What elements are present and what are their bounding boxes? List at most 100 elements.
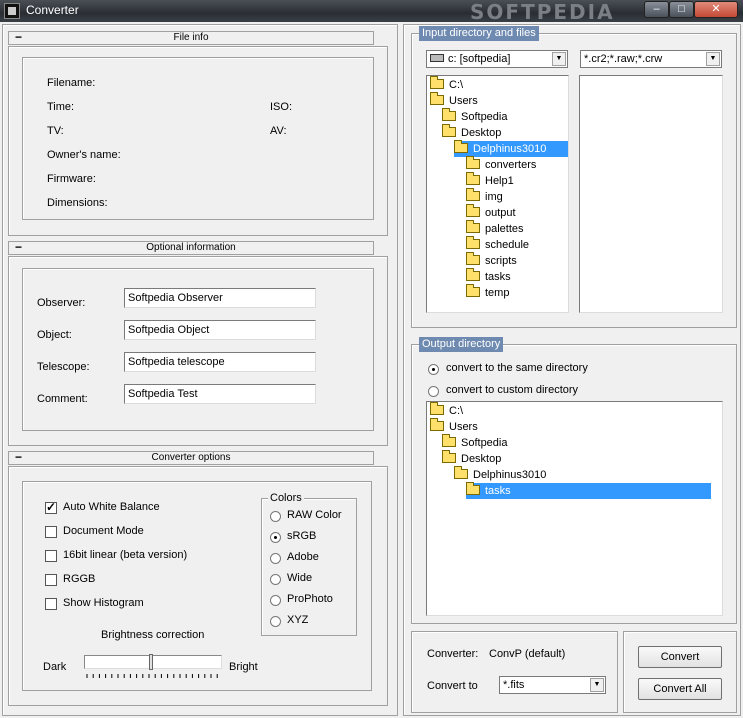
tree-item-label: Users xyxy=(449,421,478,433)
drive-select[interactable]: c: [softpedia] ▼ xyxy=(426,50,568,68)
tree-item[interactable]: Users xyxy=(427,92,568,109)
folder-icon xyxy=(442,434,456,447)
tree-item[interactable]: C:\ xyxy=(427,402,722,419)
output-directory-tree[interactable]: C:\ Users Softpedia Desktop Delphinus3010 tas… xyxy=(426,401,723,616)
tv-label: TV: xyxy=(47,125,64,137)
observer-field[interactable]: Softpedia Observer xyxy=(124,288,316,308)
convert-to-label: Convert to xyxy=(427,680,478,692)
brightness-slider-thumb[interactable] xyxy=(149,654,153,670)
tree-item-label: Softpedia xyxy=(461,111,508,123)
collapse-icon[interactable]: − xyxy=(15,31,22,43)
tree-item[interactable]: Softpedia xyxy=(427,108,568,125)
maximize-button[interactable]: □ xyxy=(669,1,694,18)
tree-item-label: Delphinus3010 xyxy=(473,469,547,481)
collapse-icon[interactable]: − xyxy=(15,241,22,253)
tree-item[interactable]: Help1 xyxy=(427,172,568,189)
folder-icon xyxy=(466,268,480,281)
tree-item-label: scripts xyxy=(485,255,517,267)
convert-button[interactable]: Convert xyxy=(638,646,722,668)
srgb-label: sRGB xyxy=(287,530,317,542)
rggb-label: RGGB xyxy=(63,573,96,585)
chevron-down-icon[interactable]: ▼ xyxy=(590,678,604,692)
converter-options-header[interactable]: − Converter options xyxy=(8,451,374,465)
folder-icon xyxy=(466,220,480,233)
dimensions-label: Dimensions: xyxy=(47,197,108,209)
chevron-down-icon[interactable]: ▼ xyxy=(552,52,566,66)
tree-item[interactable]: converters xyxy=(427,156,568,173)
object-field[interactable]: Softpedia Object xyxy=(124,320,316,340)
auto-white-balance-checkbox[interactable] xyxy=(45,500,57,514)
folder-icon xyxy=(454,466,468,479)
prophoto-label: ProPhoto xyxy=(287,593,333,605)
tree-item[interactable]: palettes xyxy=(427,220,568,237)
folder-icon xyxy=(430,402,444,415)
comment-field[interactable]: Softpedia Test xyxy=(124,384,316,404)
tree-item[interactable]: temp xyxy=(427,284,568,301)
tree-item[interactable]: scripts xyxy=(427,252,568,269)
input-file-list[interactable] xyxy=(579,75,723,313)
srgb-radio[interactable] xyxy=(270,532,281,543)
folder-icon xyxy=(466,204,480,217)
tree-item[interactable]: Delphinus3010 xyxy=(427,140,568,157)
telescope-field[interactable]: Softpedia telescope xyxy=(124,352,316,372)
tree-item[interactable]: Delphinus3010 xyxy=(427,466,722,483)
show-histogram-checkbox[interactable] xyxy=(45,598,57,610)
adobe-radio[interactable] xyxy=(270,553,281,564)
optional-info-header[interactable]: − Optional information xyxy=(8,241,374,255)
tree-item-label: Desktop xyxy=(461,453,502,465)
tree-item-label: Help1 xyxy=(485,175,514,187)
tree-item[interactable]: img xyxy=(427,188,568,205)
folder-icon xyxy=(454,140,468,153)
tree-item[interactable]: Softpedia xyxy=(427,434,722,451)
minimize-button[interactable]: – xyxy=(644,1,669,18)
folder-icon xyxy=(442,450,456,463)
folder-icon xyxy=(466,252,480,265)
tree-item-label: C:\ xyxy=(449,79,464,91)
collapse-icon[interactable]: − xyxy=(15,451,22,463)
file-filter-select[interactable]: *.cr2;*.raw;*.crw ▼ xyxy=(580,50,722,68)
convert-buttons-group xyxy=(623,631,737,713)
tree-item[interactable]: tasks xyxy=(427,268,568,285)
brightness-slider[interactable] xyxy=(84,655,222,669)
file-info-header[interactable]: − File info xyxy=(8,31,374,45)
tree-item[interactable]: output xyxy=(427,204,568,221)
drive-icon xyxy=(430,54,444,62)
app-icon[interactable] xyxy=(4,3,20,19)
16bit-linear-checkbox[interactable] xyxy=(45,550,57,562)
tree-item[interactable]: tasks xyxy=(427,482,722,499)
wide-radio[interactable] xyxy=(270,574,281,585)
auto-white-balance-label: Auto White Balance xyxy=(63,501,160,513)
same-directory-radio[interactable] xyxy=(428,364,439,375)
folder-icon xyxy=(466,236,480,249)
watermark-logo: SOFTPEDIA xyxy=(470,0,615,24)
title-bar[interactable]: Converter SOFTPEDIA – □ ✕ xyxy=(0,0,743,24)
output-directory-legend: Output directory xyxy=(419,337,504,352)
dark-label: Dark xyxy=(43,661,67,673)
tree-item[interactable]: Desktop xyxy=(427,124,568,141)
converter-label: Converter: xyxy=(427,648,479,660)
tree-item[interactable]: C:\ xyxy=(427,76,568,93)
colors-title: Colors xyxy=(268,492,304,504)
document-mode-checkbox[interactable] xyxy=(45,526,57,538)
tree-item[interactable]: Desktop xyxy=(427,450,722,467)
converter-value: ConvP (default) xyxy=(489,648,566,660)
tree-item[interactable]: Users xyxy=(427,418,722,435)
input-directory-tree[interactable]: C:\ Users Softpedia Desktop Delphinus3010 con… xyxy=(426,75,569,313)
tree-item-label: C:\ xyxy=(449,405,464,417)
folder-icon xyxy=(430,418,444,431)
folder-icon xyxy=(466,188,480,201)
custom-directory-radio[interactable] xyxy=(428,386,439,397)
bright-label: Bright xyxy=(229,661,258,673)
raw-color-radio[interactable] xyxy=(270,511,281,522)
prophoto-radio[interactable] xyxy=(270,595,281,606)
tree-item[interactable]: schedule xyxy=(427,236,568,253)
xyz-radio[interactable] xyxy=(270,616,281,627)
chevron-down-icon[interactable]: ▼ xyxy=(706,52,720,66)
custom-directory-label: convert to custom directory xyxy=(446,384,579,396)
rggb-checkbox[interactable] xyxy=(45,574,57,586)
output-format-select[interactable]: *.fits ▼ xyxy=(499,676,606,694)
observer-label: Observer: xyxy=(37,297,86,309)
folder-icon xyxy=(466,156,480,169)
close-button[interactable]: ✕ xyxy=(694,1,738,18)
convert-all-button[interactable]: Convert All xyxy=(638,678,722,700)
